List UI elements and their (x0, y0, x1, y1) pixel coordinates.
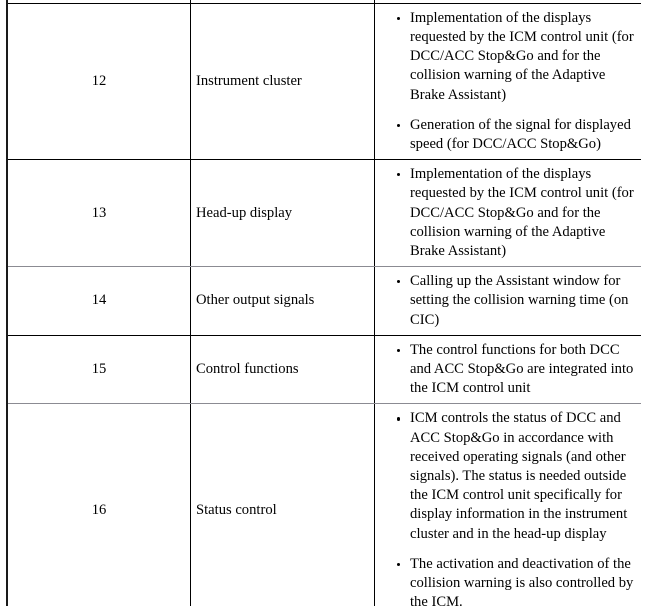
table-row: 12 Instrument cluster Implementation of … (6, 2, 641, 161)
list-item: Generation of the signal for displayed s… (397, 116, 636, 154)
description-list: Calling up the Assistant window for sett… (375, 267, 641, 335)
row-description-cell: The control functions for both DCC and A… (374, 334, 641, 405)
row-number: 14 (91, 292, 107, 309)
description-list: The control functions for both DCC and A… (375, 336, 641, 404)
description-list: ICM controls the status of DCC and ACC S… (375, 404, 641, 606)
row-number-cell: 15 (6, 334, 191, 405)
row-number-cell: 13 (6, 159, 191, 268)
row-name-cell: Control functions (190, 334, 375, 405)
list-item: Calling up the Assistant window for sett… (397, 272, 636, 330)
description-list: Implementation of the displays requested… (375, 160, 641, 266)
row-number: 13 (91, 204, 107, 221)
row-name-cell: Other output signals (190, 266, 375, 336)
row-description-cell: Implementation of the displays requested… (374, 2, 641, 161)
row-name: Control functions (196, 361, 299, 378)
row-name: Head-up display (196, 204, 293, 221)
table-row: 15 Control functions The control functio… (6, 334, 641, 405)
row-number: 12 (91, 72, 107, 89)
row-number-cell: 16 (6, 403, 191, 606)
row-name: Instrument cluster (196, 72, 302, 89)
table-row: 14 Other output signals Calling up the A… (6, 266, 641, 336)
row-name-cell: Head-up display (190, 159, 375, 268)
list-item: ICM controls the status of DCC and ACC S… (397, 409, 636, 543)
list-item: The activation and deactivation of the c… (397, 555, 636, 606)
row-description-cell: Calling up the Assistant window for sett… (374, 266, 641, 336)
row-number-cell: 14 (6, 266, 191, 336)
row-number: 15 (91, 361, 107, 378)
specification-table: reduction in the threshold of the hydrau… (6, 0, 641, 606)
table-viewport: reduction in the threshold of the hydrau… (6, 0, 641, 606)
row-number-cell: 12 (6, 2, 191, 161)
row-name-cell: Instrument cluster (190, 2, 375, 161)
row-name-cell: Status control (190, 403, 375, 606)
row-description-cell: Implementation of the displays requested… (374, 159, 641, 268)
table-row: 13 Head-up display Implementation of the… (6, 159, 641, 268)
table-row: 16 Status control ICM controls the statu… (6, 403, 641, 606)
description-list: Implementation of the displays requested… (375, 4, 641, 159)
row-description-cell: ICM controls the status of DCC and ACC S… (374, 403, 641, 606)
list-item: Implementation of the displays requested… (397, 165, 636, 261)
document-page: reduction in the threshold of the hydrau… (0, 0, 645, 611)
row-name: Status control (196, 502, 277, 519)
row-name: Other output signals (196, 292, 315, 309)
row-number: 16 (91, 502, 107, 519)
list-item: The control functions for both DCC and A… (397, 341, 636, 399)
list-item: Implementation of the displays requested… (397, 9, 636, 105)
